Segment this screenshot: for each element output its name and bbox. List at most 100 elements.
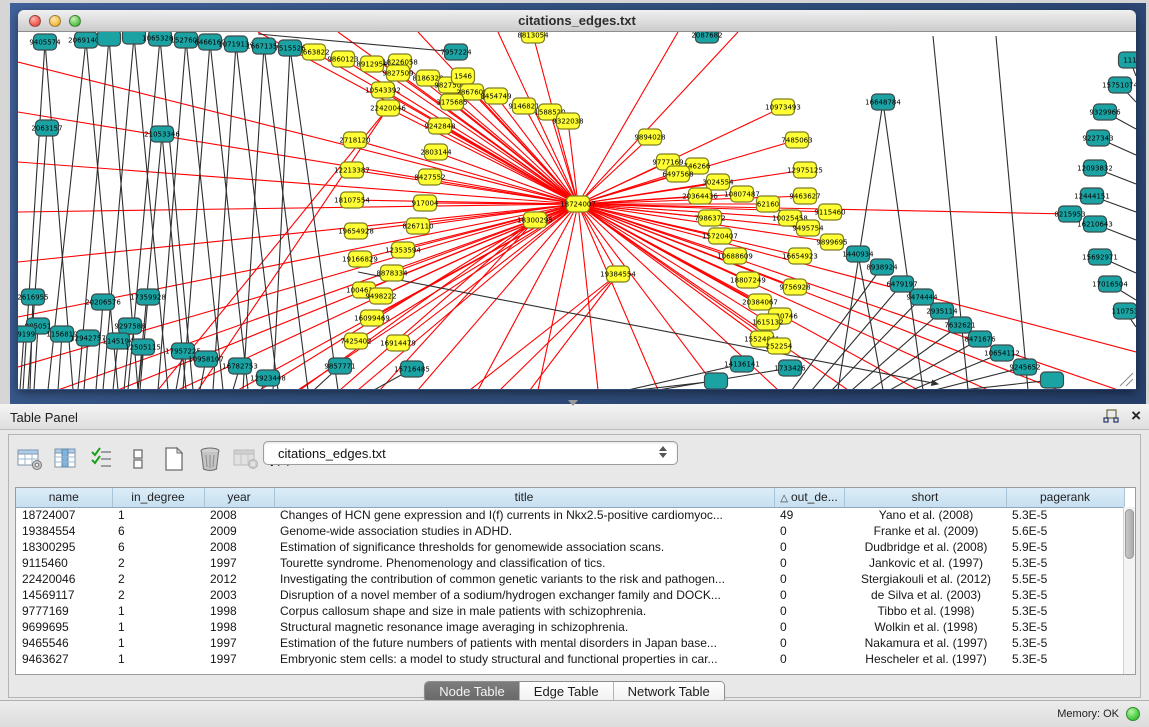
table-cell[interactable]: Dudbridge et al. (2008) xyxy=(844,539,1006,555)
table-cell[interactable]: 1 xyxy=(112,635,204,651)
table-scrollbar[interactable] xyxy=(1123,507,1135,674)
table-cell[interactable]: 1 xyxy=(112,619,204,635)
column-header-pagerank[interactable]: pagerank xyxy=(1006,488,1124,507)
table-cell[interactable]: Corpus callosum shape and size in male p… xyxy=(274,603,774,619)
graph-node[interactable]: 9495754 xyxy=(792,220,824,236)
table-cell[interactable]: 0 xyxy=(774,523,844,539)
table-cell[interactable]: 0 xyxy=(774,539,844,555)
graph-node[interactable]: 9115460 xyxy=(814,204,845,220)
node-table-grid[interactable]: namein_degreeyeartitle△out_de...shortpag… xyxy=(16,488,1125,667)
graph-node[interactable]: 9498222 xyxy=(365,288,396,304)
table-cell[interactable]: 0 xyxy=(774,555,844,571)
row-height-button[interactable] xyxy=(125,446,151,472)
graph-node[interactable]: 12975125 xyxy=(787,162,823,178)
table-cell[interactable]: 5.3E-5 xyxy=(1006,603,1124,619)
graph-node[interactable]: 10807487 xyxy=(724,186,760,202)
table-cell[interactable]: 2008 xyxy=(204,507,274,523)
graph-node[interactable]: 9405574 xyxy=(29,34,61,50)
graph-node[interactable]: 1615132 xyxy=(752,314,783,330)
column-header-in_degree[interactable]: in_degree xyxy=(112,488,204,507)
graph-node[interactable]: 7425402 xyxy=(340,333,371,349)
table-row[interactable]: 2242004622012Investigating the contribut… xyxy=(16,571,1124,587)
column-header-short[interactable]: short xyxy=(844,488,1006,507)
column-header-title[interactable]: title xyxy=(274,488,774,507)
table-cell[interactable]: 1997 xyxy=(204,651,274,667)
graph-node[interactable]: 2616955 xyxy=(18,289,49,305)
graph-node[interactable]: 9894028 xyxy=(634,129,665,145)
table-cell[interactable]: 0 xyxy=(774,603,844,619)
graph-node[interactable]: 8813054 xyxy=(517,32,549,43)
table-cell[interactable]: 49 xyxy=(774,507,844,523)
splitter-handle-icon[interactable] xyxy=(568,400,578,406)
table-cell[interactable]: 18300295 xyxy=(16,539,112,555)
table-cell[interactable]: 0 xyxy=(774,635,844,651)
graph-node[interactable]: 2063157 xyxy=(31,120,62,136)
table-cell[interactable]: Jankovic et al. (1997) xyxy=(844,555,1006,571)
graph-node[interactable]: 14136141 xyxy=(724,356,760,372)
select-mode-button[interactable] xyxy=(89,446,115,472)
delete-column-trash-button[interactable] xyxy=(197,446,223,472)
table-selector-dropdown[interactable]: citations_edges.txt xyxy=(263,441,678,465)
table-cell[interactable]: 6 xyxy=(112,523,204,539)
table-cell[interactable]: 1 xyxy=(112,651,204,667)
graph-node[interactable] xyxy=(98,32,121,46)
column-header-year[interactable]: year xyxy=(204,488,274,507)
new-column-button[interactable] xyxy=(161,446,187,472)
table-cell[interactable]: 1998 xyxy=(204,619,274,635)
graph-node[interactable]: 9297588 xyxy=(114,318,145,334)
table-cell[interactable]: 2009 xyxy=(204,523,274,539)
graph-node[interactable] xyxy=(1041,372,1064,388)
graph-node[interactable]: 9463627 xyxy=(789,188,820,204)
graph-node[interactable]: 39199 xyxy=(18,326,36,342)
graph-node[interactable]: 8938924 xyxy=(866,259,898,275)
graph-node[interactable]: 3175685 xyxy=(436,94,467,110)
table-cell[interactable]: 2 xyxy=(112,571,204,587)
graph-node[interactable]: 8878334 xyxy=(376,265,408,281)
table-cell[interactable]: 1998 xyxy=(204,603,274,619)
graph-node[interactable]: 15751074 xyxy=(1102,77,1136,93)
graph-node[interactable]: 9242848 xyxy=(424,118,455,134)
column-chooser-button[interactable] xyxy=(53,446,79,472)
table-cell[interactable]: Genome-wide association studies in ADHD. xyxy=(274,523,774,539)
table-cell[interactable]: 5.3E-5 xyxy=(1006,619,1124,635)
graph-node[interactable]: 1440934 xyxy=(842,246,874,262)
table-row[interactable]: 977716911998Corpus callosum shape and si… xyxy=(16,603,1124,619)
table-cell[interactable]: 18724007 xyxy=(16,507,112,523)
graph-node[interactable]: 15720407 xyxy=(702,228,738,244)
graph-node[interactable]: 110753 xyxy=(1112,303,1136,319)
graph-node[interactable]: 9827509 xyxy=(382,65,413,81)
table-cell[interactable]: Hescheler et al. (1997) xyxy=(844,651,1006,667)
float-panel-icon[interactable] xyxy=(1103,409,1119,424)
graph-node[interactable]: 12923448 xyxy=(250,370,286,386)
table-row[interactable]: 1938455462009Genome-wide association stu… xyxy=(16,523,1124,539)
column-header-name[interactable]: name xyxy=(16,488,112,507)
tab-edge-table[interactable]: Edge Table xyxy=(520,682,614,702)
graph-node[interactable]: 2803144 xyxy=(420,144,452,160)
table-cell[interactable]: 5.9E-5 xyxy=(1006,539,1124,555)
graph-node[interactable]: 8454749 xyxy=(480,88,511,104)
table-cell[interactable]: 5.5E-5 xyxy=(1006,571,1124,587)
graph-node[interactable]: 111 xyxy=(1119,52,1137,68)
table-cell[interactable]: Nakamura et al. (1997) xyxy=(844,635,1006,651)
table-cell[interactable]: 0 xyxy=(774,619,844,635)
table-cell[interactable]: 9465546 xyxy=(16,635,112,651)
table-cell[interactable]: 0 xyxy=(774,651,844,667)
table-cell[interactable]: Structural magnetic resonance image aver… xyxy=(274,619,774,635)
graph-node[interactable]: 16782753 xyxy=(222,358,258,374)
graph-node[interactable]: 19166829 xyxy=(342,251,378,267)
table-cell[interactable]: Changes of HCN gene expression and I(f) … xyxy=(274,507,774,523)
table-cell[interactable]: 5.3E-5 xyxy=(1006,555,1124,571)
graph-node[interactable]: 2718120 xyxy=(339,132,370,148)
graph-node[interactable]: 9474444 xyxy=(906,289,938,305)
graph-node[interactable]: 6497568 xyxy=(662,166,693,182)
graph-node[interactable]: 7957224 xyxy=(440,44,472,60)
table-cell[interactable]: de Silva et al. (2003) xyxy=(844,587,1006,603)
table-cell[interactable]: 1997 xyxy=(204,635,274,651)
graph-node[interactable]: 9329966 xyxy=(1089,104,1121,120)
column-header-out_de[interactable]: △out_de... xyxy=(774,488,844,507)
graph-node[interactable]: 12444151 xyxy=(1074,188,1110,204)
network-window-titlebar[interactable]: citations_edges.txt xyxy=(18,10,1136,32)
table-cell[interactable]: Estimation of significance thresholds fo… xyxy=(274,539,774,555)
graph-node[interactable]: 9756928 xyxy=(779,279,810,295)
table-cell[interactable]: 2 xyxy=(112,587,204,603)
